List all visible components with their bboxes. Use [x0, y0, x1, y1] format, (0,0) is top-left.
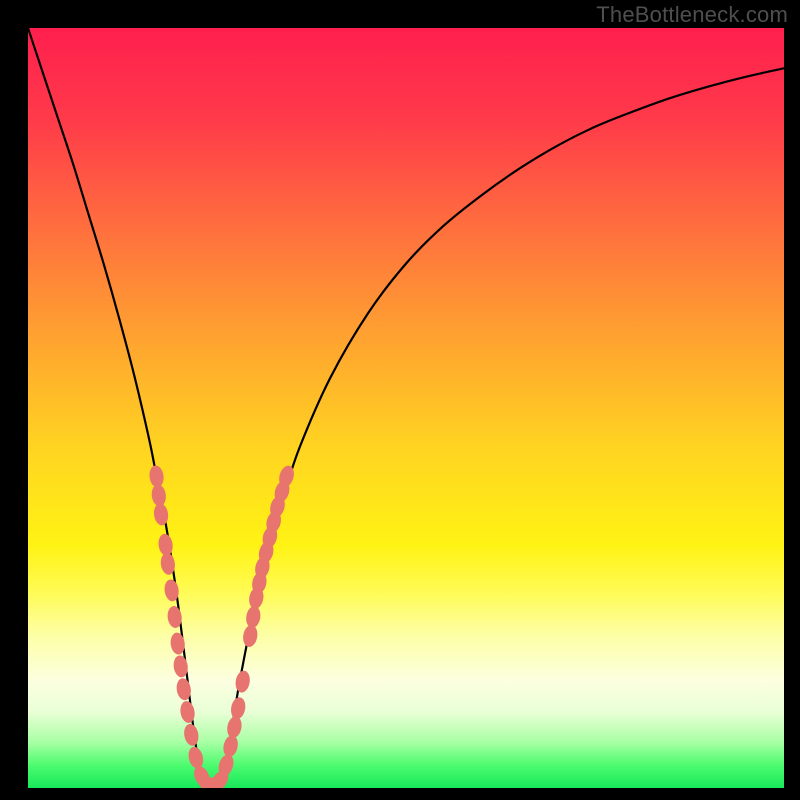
- curve-marker: [234, 670, 251, 694]
- plot-area: [28, 28, 784, 788]
- curve-marker: [225, 715, 243, 739]
- marker-cluster: [148, 464, 296, 788]
- curve-marker: [153, 503, 170, 527]
- curve-marker: [221, 734, 239, 758]
- chart-frame: TheBottleneck.com: [0, 0, 800, 800]
- curve-marker: [242, 624, 259, 648]
- curve-marker: [179, 700, 196, 724]
- curve-marker: [151, 484, 168, 508]
- bottleneck-curve: [28, 28, 784, 788]
- curve-marker: [148, 465, 165, 489]
- curve-marker: [229, 696, 247, 720]
- curve-marker: [186, 745, 205, 770]
- curve-marker: [245, 605, 262, 629]
- watermark-text: TheBottleneck.com: [596, 2, 788, 28]
- curve-marker: [182, 723, 200, 747]
